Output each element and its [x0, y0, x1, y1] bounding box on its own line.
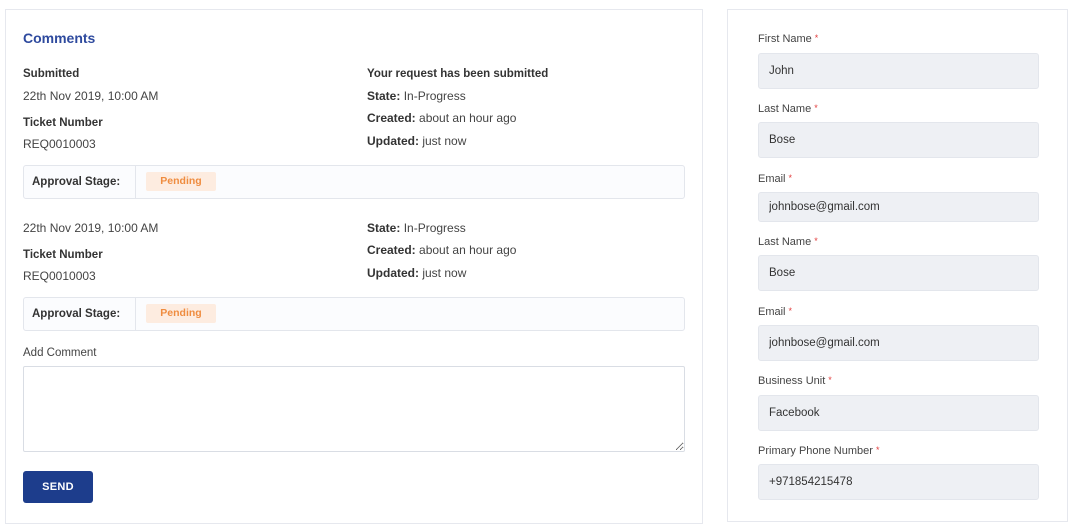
state-label: State: [367, 89, 401, 103]
created-value: about an hour ago [419, 111, 517, 125]
ticket-number-value: REQ0010003 [23, 137, 96, 151]
required-marker: * [788, 173, 793, 183]
submitted-date: 22th Nov 2019, 10:00 AM [23, 89, 159, 103]
created-label: Created: [367, 243, 416, 257]
submitted-label: Submitted [23, 68, 80, 80]
state-row: State: In-Progress [367, 221, 466, 235]
created-row: Created: about an hour ago [367, 111, 516, 125]
required-marker: * [875, 445, 880, 455]
last-name-label: Last Name * [758, 236, 818, 248]
email-field[interactable] [758, 192, 1039, 222]
updated-row: Updated: just now [367, 266, 466, 280]
required-marker: * [814, 33, 819, 43]
status-heading: Your request has been submitted [367, 68, 549, 80]
add-comment-textarea[interactable] [23, 366, 685, 452]
email-field[interactable] [758, 325, 1039, 361]
ticket-number-label: Ticket Number [23, 249, 103, 261]
updated-row: Updated: just now [367, 134, 466, 148]
required-marker: * [828, 375, 832, 385]
pending-status-badge: Pending [146, 304, 216, 323]
primary-phone-label: Primary Phone Number * [758, 445, 880, 457]
approval-stage-label: Approval Stage: [24, 298, 136, 330]
required-marker: * [814, 236, 818, 246]
business-unit-label: Business Unit * [758, 375, 832, 387]
updated-value: just now [422, 266, 467, 280]
comments-title: Comments [23, 30, 96, 46]
state-value: In-Progress [403, 221, 466, 235]
first-name-label: First Name * [758, 33, 819, 45]
ticket-number-label: Ticket Number [23, 117, 103, 129]
required-marker: * [788, 306, 793, 316]
entry-date: 22th Nov 2019, 10:00 AM [23, 221, 159, 235]
created-label: Created: [367, 111, 416, 125]
first-name-field[interactable] [758, 53, 1039, 89]
approval-stage-label: Approval Stage: [24, 166, 136, 198]
last-name-label: Last Name * [758, 103, 818, 115]
email-label: Email * [758, 173, 793, 185]
created-row: Created: about an hour ago [367, 243, 516, 257]
pending-status-badge: Pending [146, 172, 216, 191]
email-label: Email * [758, 306, 793, 318]
comments-panel: Comments Submitted 22th Nov 2019, 10:00 … [5, 9, 703, 524]
required-marker: * [814, 103, 818, 113]
state-value: In-Progress [403, 89, 466, 103]
primary-phone-field[interactable] [758, 464, 1039, 500]
updated-label: Updated: [367, 266, 419, 280]
created-value: about an hour ago [419, 243, 517, 257]
approval-stage-box: Approval Stage: Pending [23, 165, 685, 199]
send-button[interactable]: SEND [23, 471, 93, 503]
state-label: State: [367, 221, 401, 235]
updated-label: Updated: [367, 134, 419, 148]
add-comment-label: Add Comment [23, 347, 97, 359]
user-details-panel: First Name* Last Name* Email* Last Name*… [727, 9, 1068, 522]
last-name-field[interactable] [758, 255, 1039, 291]
state-row: State: In-Progress [367, 89, 466, 103]
approval-stage-box: Approval Stage: Pending [23, 297, 685, 331]
ticket-number-value: REQ0010003 [23, 269, 96, 283]
last-name-field[interactable] [758, 122, 1039, 158]
updated-value: just now [422, 134, 467, 148]
business-unit-field[interactable] [758, 395, 1039, 431]
